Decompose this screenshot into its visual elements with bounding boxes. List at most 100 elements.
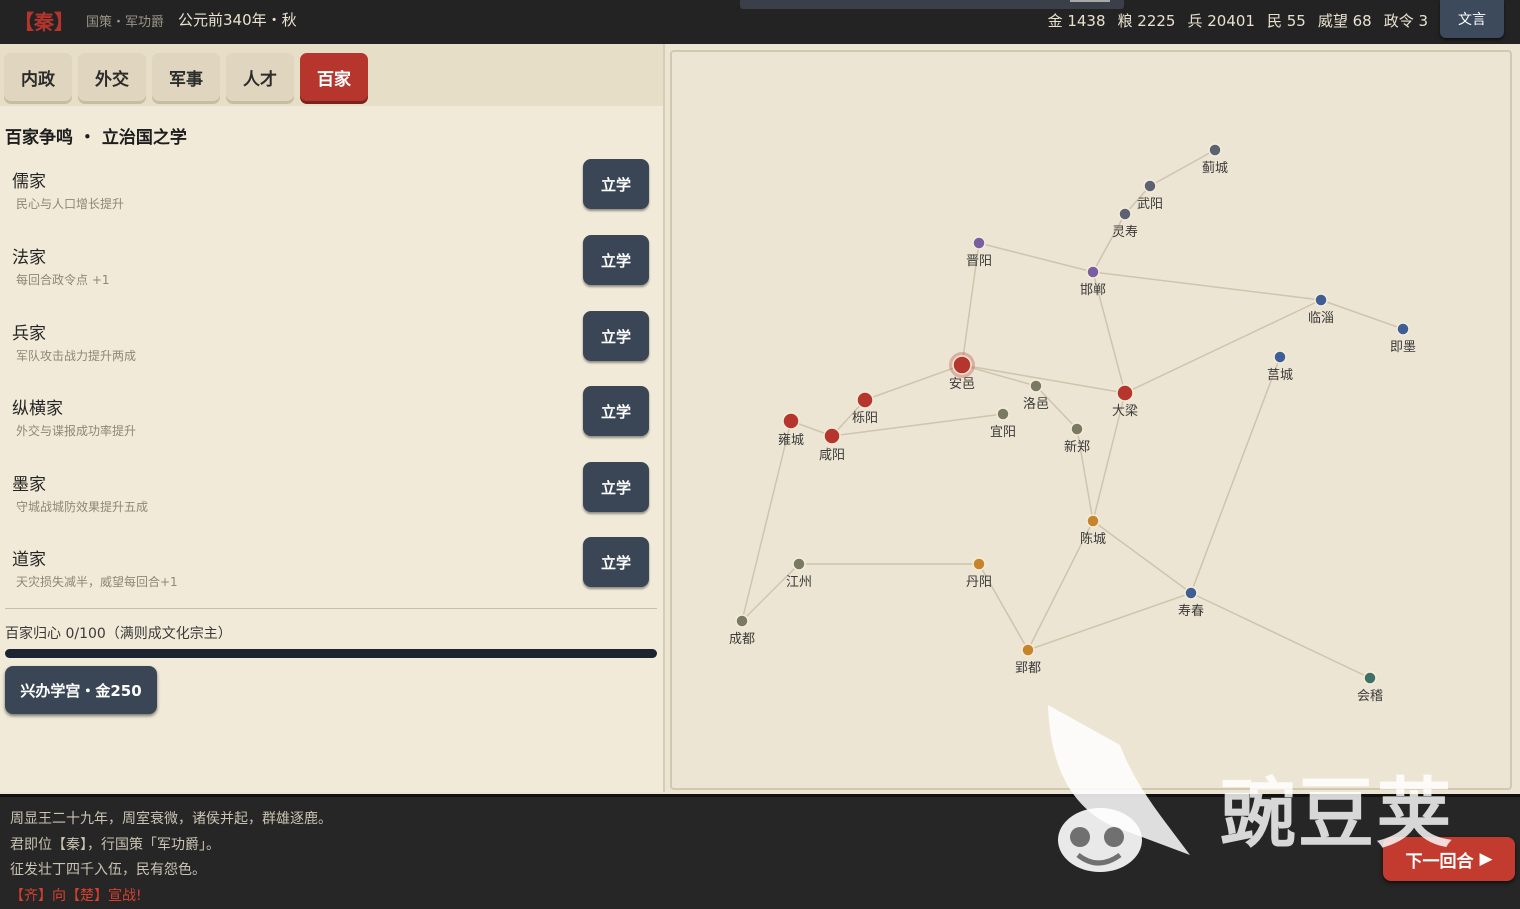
tab-waijiao[interactable]: 外交	[78, 53, 146, 101]
city-node-anyi[interactable]: 安邑	[949, 352, 975, 392]
city-label: 晋阳	[966, 254, 992, 269]
wenyan-toggle-button[interactable]: 文言	[1440, 0, 1504, 38]
establish-school-button[interactable]: 立学	[583, 311, 649, 361]
city-node-yongcheng[interactable]: 雍城	[778, 412, 804, 448]
road-line	[864, 364, 963, 401]
school-desc: 每回合政令点 +1	[16, 273, 110, 287]
people-stat: 民 55	[1266, 12, 1306, 30]
establish-school-button[interactable]: 立学	[583, 537, 649, 587]
tab-neizheng[interactable]: 内政	[4, 53, 72, 101]
gold-stat: 金 1438	[1047, 12, 1106, 30]
road-network	[741, 149, 1404, 679]
strategy-map: 蓟城武阳灵寿晋阳邯郸临淄即墨莒城安邑洛邑 大梁 栎阳雍城咸阳 宜阳新郑陈城江州 丹阳成都…	[729, 143, 1416, 704]
city-node-chengdu[interactable]: 成都	[729, 614, 755, 647]
city-dot[interactable]	[1363, 671, 1377, 685]
city-dot[interactable]	[1273, 350, 1287, 364]
city-node-lingshou[interactable]: 灵寿	[1112, 207, 1138, 240]
city-node-chencheng[interactable]: 陈城	[1080, 514, 1106, 547]
city-node-xinzheng[interactable]: 新郑	[1064, 422, 1090, 455]
city-label: 成都	[729, 632, 755, 647]
city-label: 郢都	[1015, 661, 1041, 676]
city-node-kuaiji[interactable]: 会稽	[1357, 671, 1383, 704]
road-line	[961, 364, 1126, 394]
city-label: 大梁	[1112, 404, 1138, 419]
school-name: 墨家	[12, 475, 46, 495]
city-dot[interactable]	[1021, 643, 1035, 657]
grain-stat: 粮 2225	[1117, 12, 1176, 30]
city-dot[interactable]	[1029, 379, 1043, 393]
watermark-text: 豌豆荚	[1220, 769, 1454, 858]
establish-school-button[interactable]: 立学	[583, 159, 649, 209]
tab-rencai[interactable]: 人才	[226, 53, 294, 101]
city-label: 灵寿	[1112, 225, 1138, 240]
school-name: 纵横家	[12, 399, 63, 419]
city-node-daliang[interactable]: 大梁	[1112, 384, 1138, 419]
tab-junshi[interactable]: 军事	[152, 53, 220, 101]
school-name: 兵家	[12, 324, 46, 344]
school-desc: 军队攻击战力提升两成	[16, 349, 137, 363]
city-label: 蓟城	[1202, 161, 1228, 176]
city-label: 江州	[786, 575, 812, 590]
soldier-stat: 兵 20401	[1187, 12, 1255, 30]
city-dot[interactable]	[972, 236, 986, 250]
establish-school-button[interactable]: 立学	[583, 235, 649, 285]
left-panel: 内政 外交 军事 人才 百家 百家争鸣 ・ 立治国之学 儒家 民心与人口增长提升…	[0, 44, 665, 792]
city-node-yiyang[interactable]: 宜阳	[990, 407, 1016, 440]
top-bar: 【秦】 国策・军功爵 公元前340年・秋 金 1438 粮 2225 兵 204…	[0, 0, 1520, 44]
school-row-mojia: 墨家 守城战城防效果提升五成 立学	[0, 462, 663, 532]
city-dot[interactable]	[972, 557, 986, 571]
city-label: 安邑	[949, 377, 975, 392]
city-dot[interactable]	[782, 412, 800, 430]
city-node-danyang[interactable]: 丹阳	[966, 557, 992, 590]
road-line	[1092, 520, 1192, 594]
city-node-handan[interactable]: 邯郸	[1080, 265, 1106, 298]
school-desc: 守城战城防效果提升五成	[16, 500, 149, 514]
city-dot[interactable]	[1184, 586, 1198, 600]
city-label: 会稽	[1357, 689, 1383, 704]
school-name: 儒家	[12, 172, 46, 192]
city-dot[interactable]	[792, 557, 806, 571]
city-dot[interactable]	[996, 407, 1010, 421]
city-node-jicheng[interactable]: 蓟城	[1202, 143, 1228, 176]
city-dot[interactable]	[823, 427, 841, 445]
city-node-yingdu[interactable]: 郢都	[1015, 643, 1041, 676]
city-dot[interactable]	[1314, 293, 1328, 307]
build-academy-button[interactable]: 兴办学宫・金250	[5, 666, 157, 714]
establish-school-button[interactable]: 立学	[583, 462, 649, 512]
road-line	[741, 420, 792, 622]
city-label: 邯郸	[1080, 283, 1106, 298]
city-label: 咸阳	[819, 448, 845, 463]
city-dot[interactable]	[1086, 265, 1100, 279]
city-label: 武阳	[1137, 197, 1163, 212]
city-node-jucheng[interactable]: 莒城	[1267, 350, 1293, 383]
city-node-shouchun[interactable]: 寿春	[1178, 586, 1204, 619]
player-state-label: 【秦】	[14, 10, 74, 34]
city-dot[interactable]	[952, 355, 972, 375]
city-dot[interactable]	[1070, 422, 1084, 436]
school-desc: 外交与谍报成功率提升	[16, 424, 137, 438]
city-label: 新郑	[1064, 439, 1090, 455]
city-dot[interactable]	[735, 614, 749, 628]
establish-school-button[interactable]: 立学	[583, 386, 649, 436]
log-line: 征发壮丁四千入伍，民有怨色。	[10, 862, 206, 878]
city-dot[interactable]	[1396, 322, 1410, 336]
national-policy-label: 国策・军功爵	[86, 15, 165, 30]
resource-stats: 金 1438 粮 2225 兵 20401 民 55 威望 68 政令 3	[1048, 10, 1428, 31]
prestige-stat: 威望 68	[1317, 12, 1372, 30]
city-node-jimo[interactable]: 即墨	[1390, 322, 1416, 355]
city-node-jinyang[interactable]: 晋阳	[966, 236, 992, 269]
city-dot[interactable]	[1116, 384, 1134, 402]
divider	[5, 608, 657, 609]
city-dot[interactable]	[856, 391, 874, 409]
progress-bar	[5, 649, 657, 658]
top-center-strip	[740, 0, 1124, 9]
city-dot[interactable]	[1086, 514, 1100, 528]
school-row-bingjia: 兵家 军队攻击战力提升两成 立学	[0, 311, 663, 381]
city-dot[interactable]	[1208, 143, 1222, 157]
city-dot[interactable]	[1118, 207, 1132, 221]
log-line: 周显王二十九年，周室衰微，诸侯并起，群雄逐鹿。	[10, 811, 332, 827]
road-line	[1190, 356, 1281, 594]
city-label: 栎阳	[852, 411, 878, 426]
city-dot[interactable]	[1143, 179, 1157, 193]
tab-baijia[interactable]: 百家	[300, 53, 368, 101]
